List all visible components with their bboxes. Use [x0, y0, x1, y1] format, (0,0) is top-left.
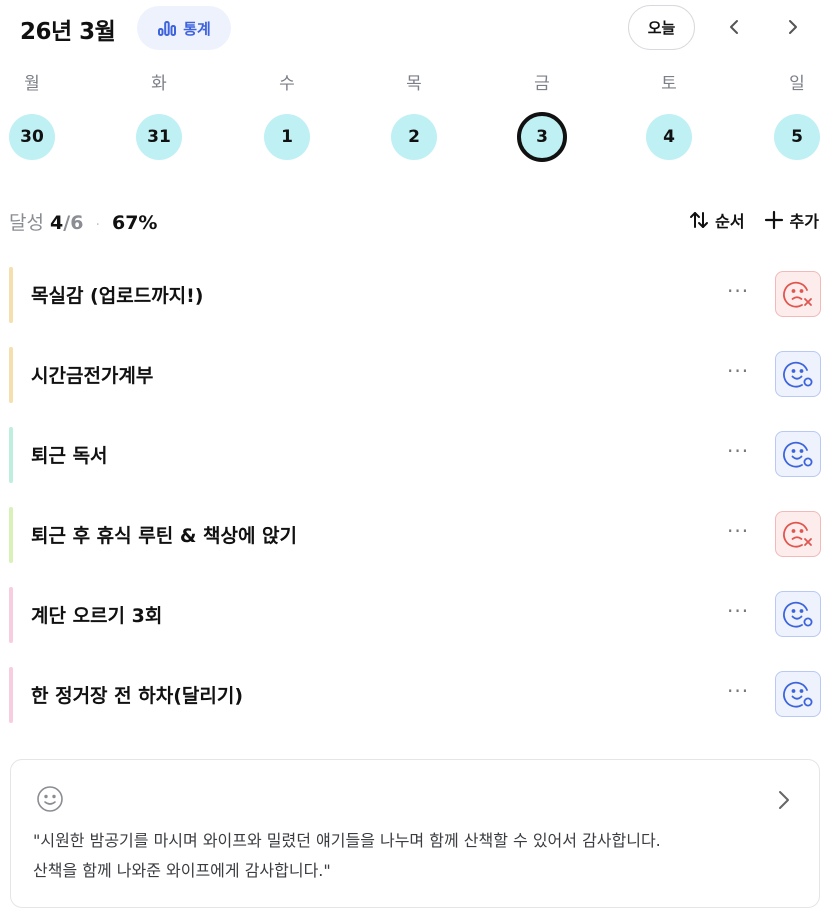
- date-circle[interactable]: 5: [774, 114, 820, 160]
- plus-icon: [764, 210, 783, 230]
- date-circle[interactable]: 4: [646, 114, 692, 160]
- add-label: 추가: [789, 212, 819, 231]
- weekday-label: 일: [789, 74, 805, 94]
- habit-status-button[interactable]: [775, 271, 821, 317]
- habit-status-button[interactable]: [775, 671, 821, 717]
- day-column: 화 31: [127, 70, 191, 160]
- stats-label: 통계: [183, 19, 211, 38]
- next-week-button[interactable]: [778, 12, 808, 42]
- date-circle[interactable]: 1: [264, 114, 310, 160]
- today-button[interactable]: 오늘: [628, 5, 695, 50]
- weekday-label: 목: [406, 74, 422, 94]
- week-strip: 월 30 화 31 수 1 목 2 금 3 토 4 일 5: [0, 70, 827, 170]
- habit-row[interactable]: 퇴근 후 휴식 루틴 & 책상에 앉기 ···: [9, 505, 821, 565]
- weekday-label: 화: [151, 74, 167, 94]
- stats-button[interactable]: 통계: [137, 6, 231, 50]
- gratitude-card[interactable]: "시원한 밤공기를 마시며 와이프와 밀렸던 얘기들을 나누며 함께 산책할 수…: [10, 759, 820, 908]
- weekday-label: 월: [24, 74, 40, 94]
- weekday-label: 토: [661, 74, 677, 94]
- date-circle-selected[interactable]: 3: [517, 112, 567, 162]
- date-circle[interactable]: 30: [9, 114, 55, 160]
- habit-color-bar: [9, 347, 13, 403]
- day-column: 금 3: [510, 70, 574, 162]
- bar-chart-icon: [158, 21, 177, 36]
- smile-face-check-icon: [783, 361, 813, 388]
- weekday-label: 금: [534, 74, 550, 94]
- habit-status-button[interactable]: [775, 431, 821, 477]
- habit-color-bar: [9, 507, 13, 563]
- month-title: 26년 3월: [20, 19, 116, 45]
- chevron-left-icon: [730, 20, 738, 34]
- habit-row[interactable]: 계단 오르기 3회 ···: [9, 585, 821, 645]
- day-column: 일 5: [765, 70, 827, 160]
- habit-row[interactable]: 시간금전가계부 ···: [9, 345, 821, 405]
- habit-title[interactable]: 퇴근 독서: [31, 441, 108, 468]
- sort-arrows-icon: [690, 212, 709, 228]
- sad-face-x-icon: [783, 281, 812, 308]
- prev-week-button[interactable]: [719, 12, 749, 42]
- habit-title[interactable]: 계단 오르기 3회: [31, 601, 162, 628]
- habit-title[interactable]: 퇴근 후 휴식 루틴 & 책상에 앉기: [31, 521, 297, 548]
- day-column: 토 4: [637, 70, 701, 160]
- habit-color-bar: [9, 267, 13, 323]
- reorder-label: 순서: [715, 212, 745, 231]
- smile-face-check-icon: [783, 681, 813, 708]
- habit-color-bar: [9, 667, 13, 723]
- achievement-label: 달성: [9, 212, 44, 234]
- day-column: 목 2: [382, 70, 446, 160]
- weekday-label: 수: [279, 74, 295, 94]
- habit-row[interactable]: 한 정거장 전 하차(달리기) ···: [9, 665, 821, 725]
- gratitude-text: "시원한 밤공기를 마시며 와이프와 밀렸던 얘기들을 나누며 함께 산책할 수…: [33, 831, 661, 880]
- achievement-total-count: /6: [63, 212, 84, 234]
- more-options-button[interactable]: ···: [727, 599, 749, 623]
- add-habit-button[interactable]: 추가: [763, 208, 819, 232]
- habit-status-button[interactable]: [775, 351, 821, 397]
- smile-icon: [37, 786, 63, 812]
- day-column: 수 1: [255, 70, 319, 160]
- day-column: 월 30: [0, 70, 64, 160]
- smile-face-check-icon: [783, 441, 813, 468]
- separator-dot: ·: [95, 217, 100, 233]
- achievement-done-count: 4: [50, 212, 64, 234]
- achievement-percent: 67%: [111, 212, 158, 234]
- sad-face-x-icon: [783, 521, 812, 548]
- date-circle[interactable]: 31: [136, 114, 182, 160]
- chevron-right-icon: [789, 20, 797, 34]
- habit-row[interactable]: 퇴근 독서 ···: [9, 425, 821, 485]
- date-circle[interactable]: 2: [391, 114, 437, 160]
- more-options-button[interactable]: ···: [727, 519, 749, 543]
- calendar-header: 26년 3월 통계 오늘: [0, 0, 827, 56]
- achievement-summary: 달성 4/6 · 67%: [9, 208, 157, 235]
- list-actions: 순서 추가: [688, 208, 819, 232]
- more-options-button[interactable]: ···: [727, 679, 749, 703]
- habit-color-bar: [9, 427, 13, 483]
- more-options-button[interactable]: ···: [727, 439, 749, 463]
- habit-color-bar: [9, 587, 13, 643]
- reorder-button[interactable]: 순서: [688, 208, 745, 232]
- chevron-right-icon: [779, 791, 789, 809]
- smile-face-check-icon: [783, 601, 813, 628]
- habit-title[interactable]: 한 정거장 전 하차(달리기): [31, 681, 243, 708]
- more-options-button[interactable]: ···: [727, 279, 749, 303]
- habit-status-button[interactable]: [775, 511, 821, 557]
- habit-title[interactable]: 시간금전가계부: [31, 361, 153, 388]
- more-options-button[interactable]: ···: [727, 359, 749, 383]
- habit-title[interactable]: 목실감 (업로드까지!): [31, 281, 204, 308]
- habit-row[interactable]: 목실감 (업로드까지!) ···: [9, 265, 821, 325]
- habit-status-button[interactable]: [775, 591, 821, 637]
